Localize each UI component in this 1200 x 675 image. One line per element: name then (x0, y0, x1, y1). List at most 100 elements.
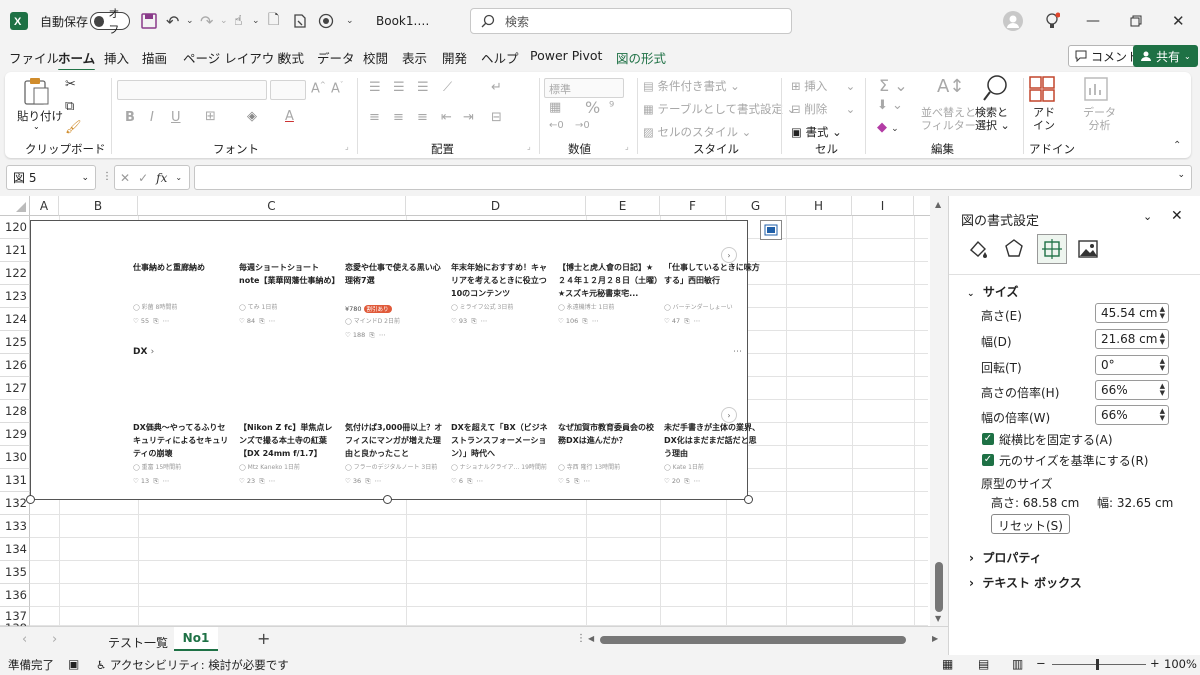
spinner-icon[interactable]: ▲ ▼ (1160, 332, 1165, 346)
data-analysis-icon[interactable] (1083, 76, 1109, 102)
document-icon[interactable]: 🗋 (268, 0, 279, 42)
percent-icon[interactable]: % (585, 98, 600, 117)
touch-dropdown-icon[interactable]: ⌄ (252, 0, 260, 42)
row-header[interactable]: 125 (0, 331, 30, 354)
resize-handle[interactable] (383, 495, 392, 504)
sort-filter-icon[interactable]: A↕ (937, 76, 964, 97)
accounting-icon[interactable]: ▦ (549, 100, 561, 115)
undo-icon[interactable]: ↶ (166, 0, 179, 42)
copy-icon[interactable]: ⧉ (65, 99, 74, 114)
column-header[interactable]: F (660, 196, 726, 216)
width-input[interactable]: 21.68 cm ▲ ▼ (1095, 329, 1169, 349)
picture-icon[interactable] (1077, 238, 1099, 260)
size-properties-icon[interactable] (1037, 234, 1067, 264)
scale-height-input[interactable]: 66% ▲ ▼ (1095, 380, 1169, 400)
decrease-decimal-icon[interactable]: →0 (575, 120, 590, 131)
underline-button[interactable]: U (171, 110, 181, 125)
height-input[interactable]: 45.54 cm ▲ ▼ (1095, 303, 1169, 323)
clipboard-launcher-icon[interactable]: ⌟ (97, 142, 101, 151)
scroll-left-icon[interactable]: ◀ (588, 634, 594, 643)
relative-original-checkbox[interactable]: ✓ (982, 454, 994, 466)
tab-draw[interactable]: 描画 (142, 48, 167, 67)
pane-close-icon[interactable]: ✕ (1171, 208, 1183, 224)
tab-power-pivot[interactable]: Power Pivot (530, 48, 602, 63)
row-header[interactable]: 126 (0, 354, 30, 377)
fx-dropdown-icon[interactable]: ⌄ (175, 173, 182, 182)
properties-section-header[interactable]: › プロパティ (969, 549, 1042, 566)
spinner-icon[interactable]: ▲ ▼ (1160, 358, 1165, 372)
resize-handle[interactable] (26, 495, 35, 504)
row-header[interactable]: 123 (0, 285, 30, 308)
embedded-picture[interactable]: › 仕事納めと重廊納め ◯ 彩菌 8時間前 ♡ 55 ⎘ ⋯ 毎週ショートショートno… (30, 220, 760, 500)
orientation-icon[interactable]: ⟋ (443, 80, 452, 95)
align-center-icon[interactable]: ≡ (393, 110, 404, 125)
number-format-select[interactable]: 標準 (544, 78, 624, 98)
file-name[interactable]: Book1.… (376, 0, 429, 42)
bold-button[interactable]: B (125, 110, 135, 125)
scale-width-input[interactable]: 66% ▲ ▼ (1095, 405, 1169, 425)
comma-icon[interactable]: ⁹ (609, 100, 614, 115)
search-input[interactable]: 検索 (470, 8, 792, 34)
tab-data[interactable]: データ (317, 48, 355, 67)
page-break-view-icon[interactable]: ▥ (1012, 657, 1023, 671)
column-header[interactable]: E (586, 196, 660, 216)
size-section-header[interactable]: ⌄ サイズ (967, 283, 1019, 300)
italic-button[interactable]: I (150, 110, 154, 125)
merge-center-icon[interactable]: ⊟ (491, 110, 502, 125)
tab-view[interactable]: 表示 (402, 48, 427, 67)
name-box[interactable]: 図 5 ⌄ (6, 165, 96, 190)
paste-dropdown-icon[interactable]: ⌄ (33, 122, 40, 131)
normal-view-icon[interactable]: ▦ (942, 657, 953, 671)
scroll-up-icon[interactable]: ▲ (935, 200, 941, 209)
align-left-icon[interactable]: ≡ (369, 110, 380, 125)
redo-dropdown-icon[interactable]: ⌄ (220, 0, 228, 42)
user-avatar-icon[interactable] (1003, 0, 1023, 42)
restore-icon[interactable] (1130, 0, 1142, 42)
delete-cells-button[interactable]: ⊟ 削除 ⌄ (791, 101, 855, 117)
format-as-table-button[interactable]: ▦ テーブルとして書式設定 ⌄ (643, 101, 796, 117)
column-header[interactable]: A (30, 196, 59, 216)
name-box-dropdown-icon[interactable]: ⌄ (81, 173, 89, 183)
spinner-icon[interactable]: ▲ ▼ (1160, 306, 1165, 320)
fill-color-icon[interactable]: ◈ (247, 109, 257, 124)
fill-icon[interactable]: ⬇ ⌄ (877, 98, 903, 113)
row-header[interactable]: 130 (0, 446, 30, 469)
tab-review[interactable]: 校閲 (363, 48, 388, 67)
tab-developer[interactable]: 開発 (442, 48, 467, 67)
sheet-tab-test-list[interactable]: テスト一覧 (108, 634, 168, 651)
find-select-button[interactable]: 検索と 選択 ⌄ (975, 106, 1010, 132)
insert-function-icon[interactable]: fx (156, 171, 167, 185)
row-header[interactable]: 131 (0, 469, 30, 492)
prev-sheet-icon[interactable]: ‹ (22, 632, 27, 647)
fill-line-icon[interactable] (967, 238, 989, 260)
align-middle-icon[interactable]: ☰ (393, 80, 405, 95)
page-layout-view-icon[interactable]: ▤ (978, 657, 989, 671)
border-icon[interactable]: ⊞ (205, 109, 216, 124)
data-analysis-button[interactable]: データ 分析 (1083, 106, 1116, 132)
vertical-scroll-thumb[interactable] (935, 562, 943, 612)
resize-handle[interactable] (744, 495, 753, 504)
share-button[interactable]: 共有 ⌄ (1133, 45, 1198, 67)
row-header[interactable]: 124 (0, 308, 30, 331)
autosum-icon[interactable]: Σ ⌄ (879, 76, 908, 95)
column-header[interactable]: H (786, 196, 852, 216)
column-header[interactable]: I (852, 196, 914, 216)
paste-button[interactable] (21, 76, 51, 106)
scroll-down-icon[interactable]: ▼ (935, 614, 941, 623)
pane-options-icon[interactable]: ⌄ (1143, 210, 1152, 223)
zoom-slider[interactable] (1052, 664, 1146, 665)
format-cells-button[interactable]: ▣ 書式 ⌄ (791, 124, 842, 140)
collapse-ribbon-icon[interactable]: ⌃ (1173, 140, 1181, 151)
tab-home[interactable]: ホーム (58, 48, 96, 72)
column-header[interactable]: D (406, 196, 586, 216)
zoom-level[interactable]: 100% (1164, 657, 1197, 671)
expand-formula-icon[interactable]: ⌄ (1177, 170, 1185, 180)
hscroll-split-icon[interactable]: ⋮ (576, 633, 586, 644)
column-header[interactable]: G (726, 196, 786, 216)
touch-mode-icon[interactable]: ☝ (234, 0, 243, 42)
font-shrink-icon[interactable]: Aˇ (331, 81, 343, 96)
find-select-icon[interactable] (982, 74, 1008, 104)
align-right-icon[interactable]: ≡ (417, 110, 428, 125)
customize-qat-icon[interactable]: ⌄ (346, 0, 354, 42)
decrease-indent-icon[interactable]: ⇤ (441, 110, 452, 125)
